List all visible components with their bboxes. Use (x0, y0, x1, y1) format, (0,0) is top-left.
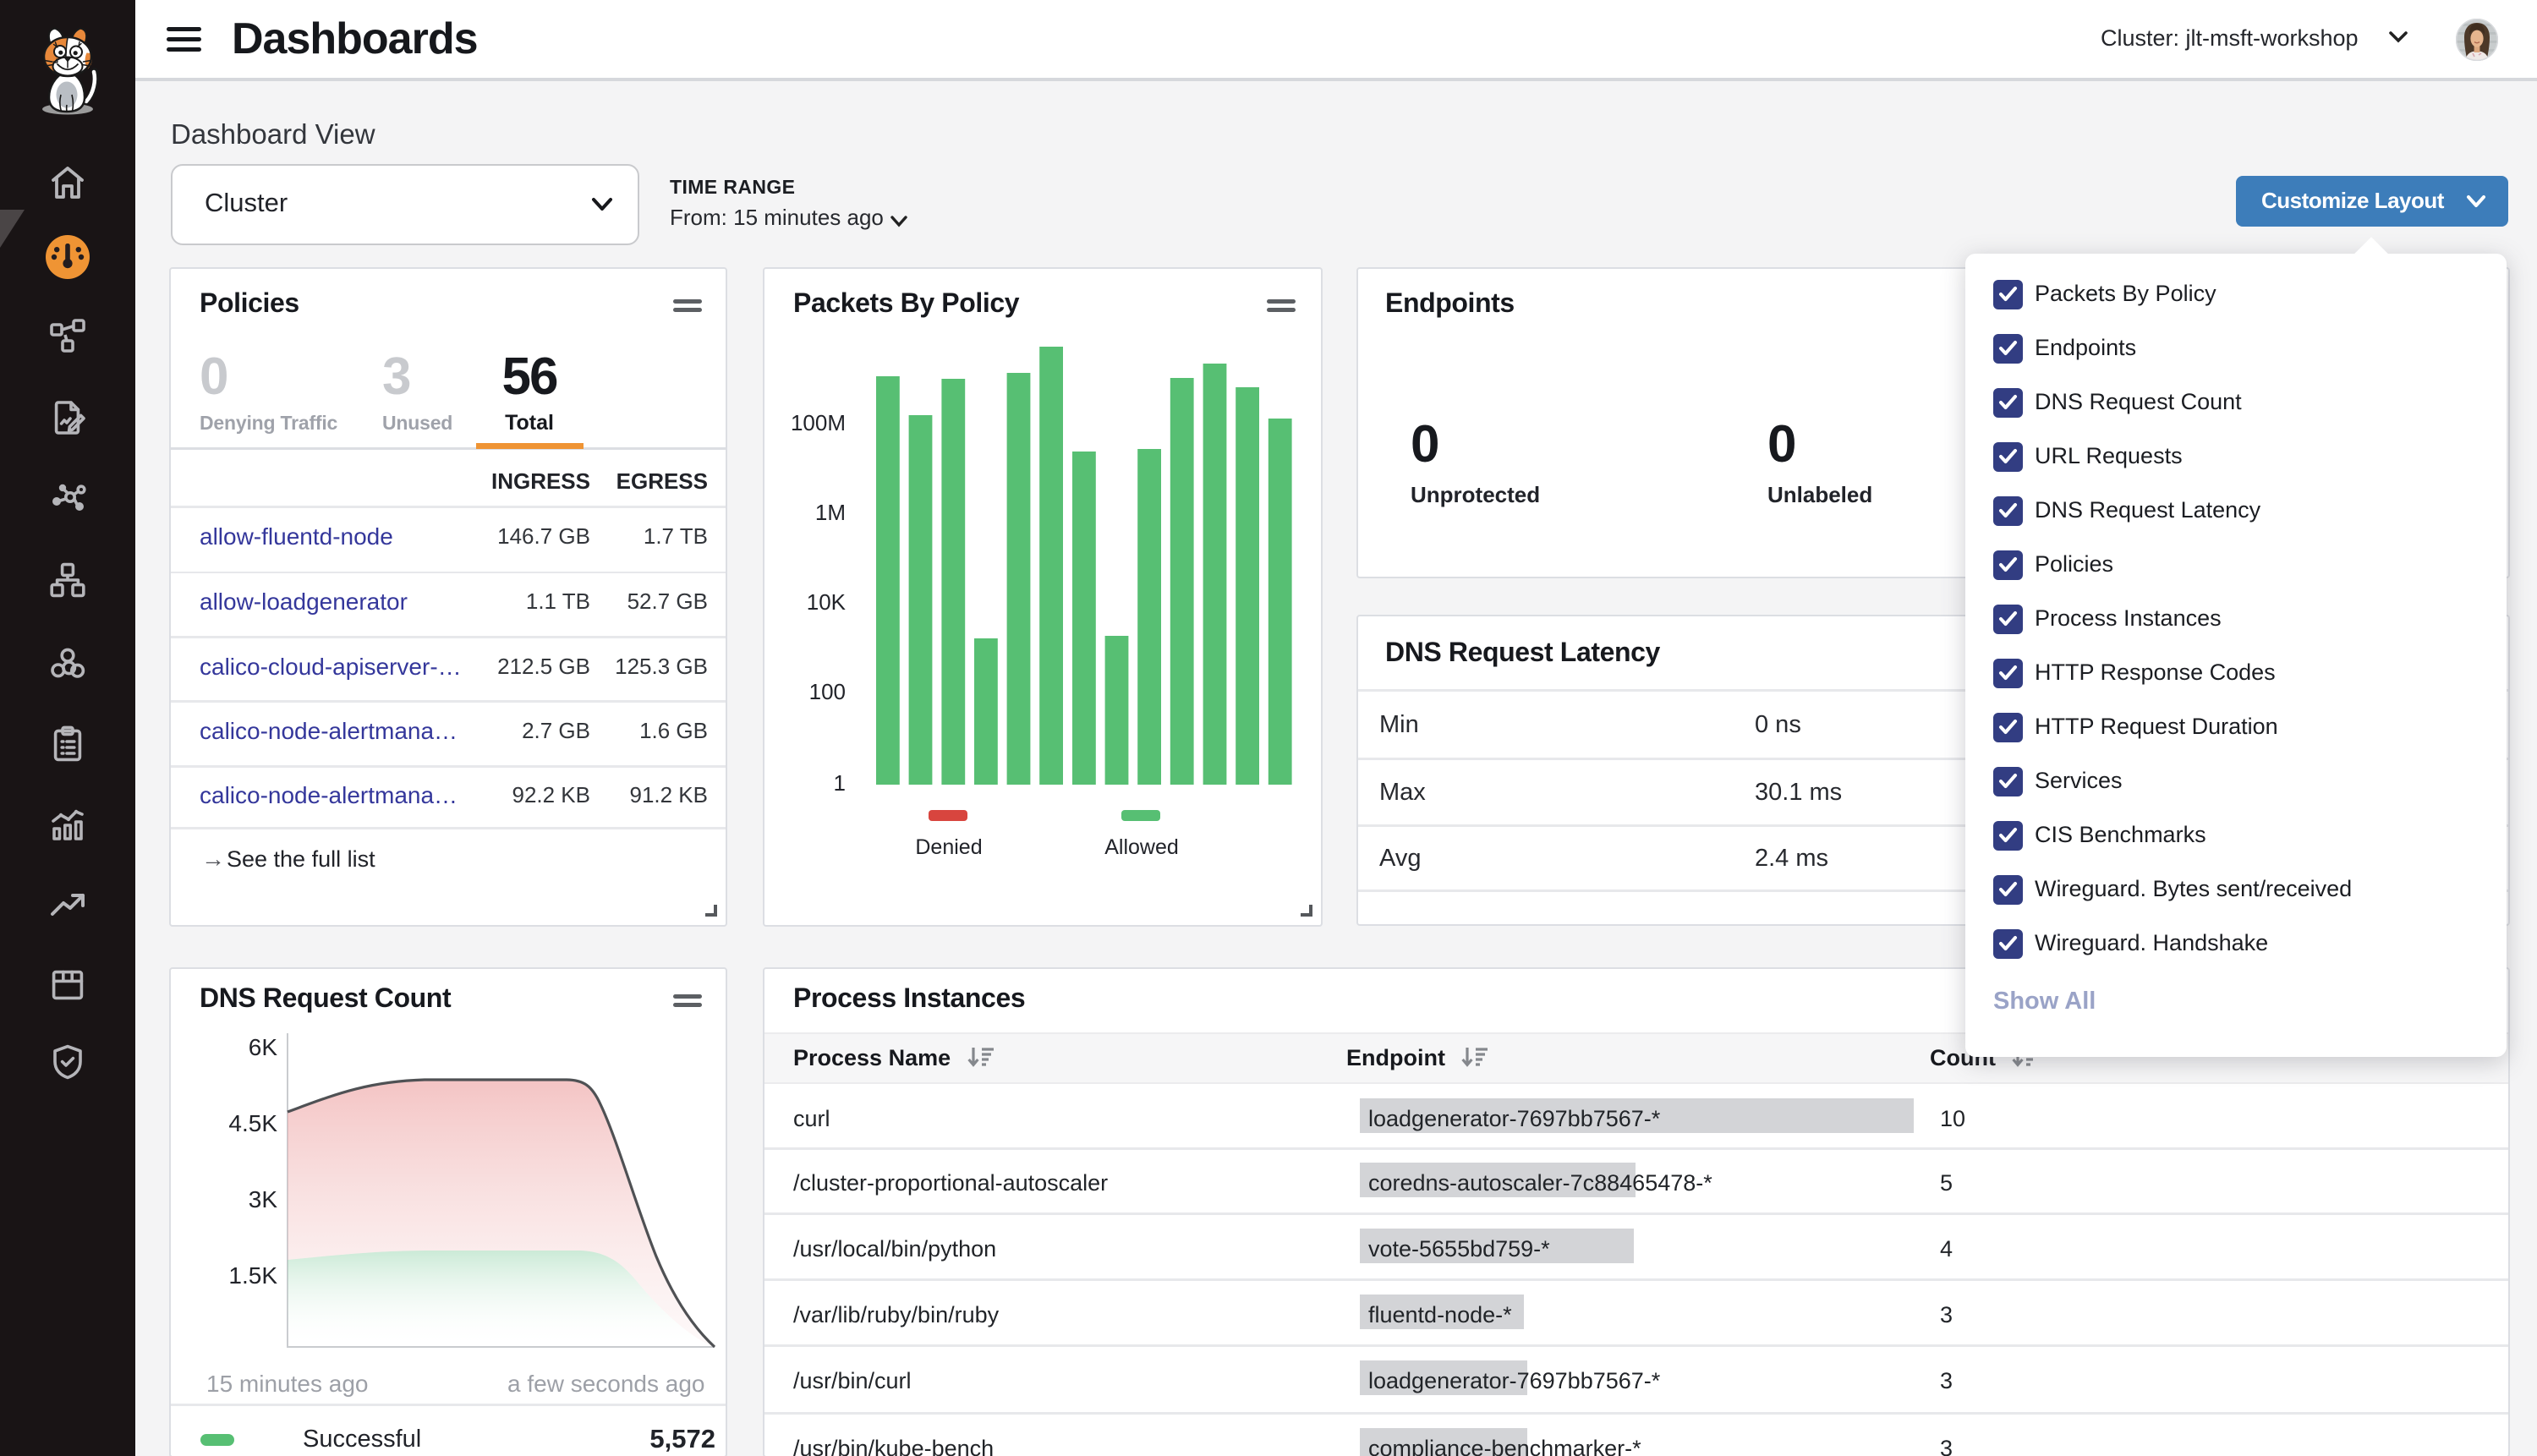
svg-text:3K: 3K (249, 1186, 278, 1212)
svg-text:10K: 10K (807, 589, 847, 615)
svg-text:100M: 100M (791, 410, 846, 435)
svg-text:Allowed: Allowed (1104, 835, 1179, 859)
svg-text:6K: 6K (249, 1034, 278, 1060)
svg-text:1: 1 (834, 770, 846, 796)
svg-text:1M: 1M (815, 500, 846, 525)
svg-text:15 minutes ago: 15 minutes ago (206, 1371, 368, 1397)
svg-text:4.5K: 4.5K (228, 1110, 277, 1136)
svg-text:1.5K: 1.5K (228, 1262, 277, 1289)
svg-text:100: 100 (809, 679, 846, 704)
svg-text:a few seconds ago: a few seconds ago (507, 1371, 705, 1397)
svg-text:Denied: Denied (915, 835, 982, 859)
